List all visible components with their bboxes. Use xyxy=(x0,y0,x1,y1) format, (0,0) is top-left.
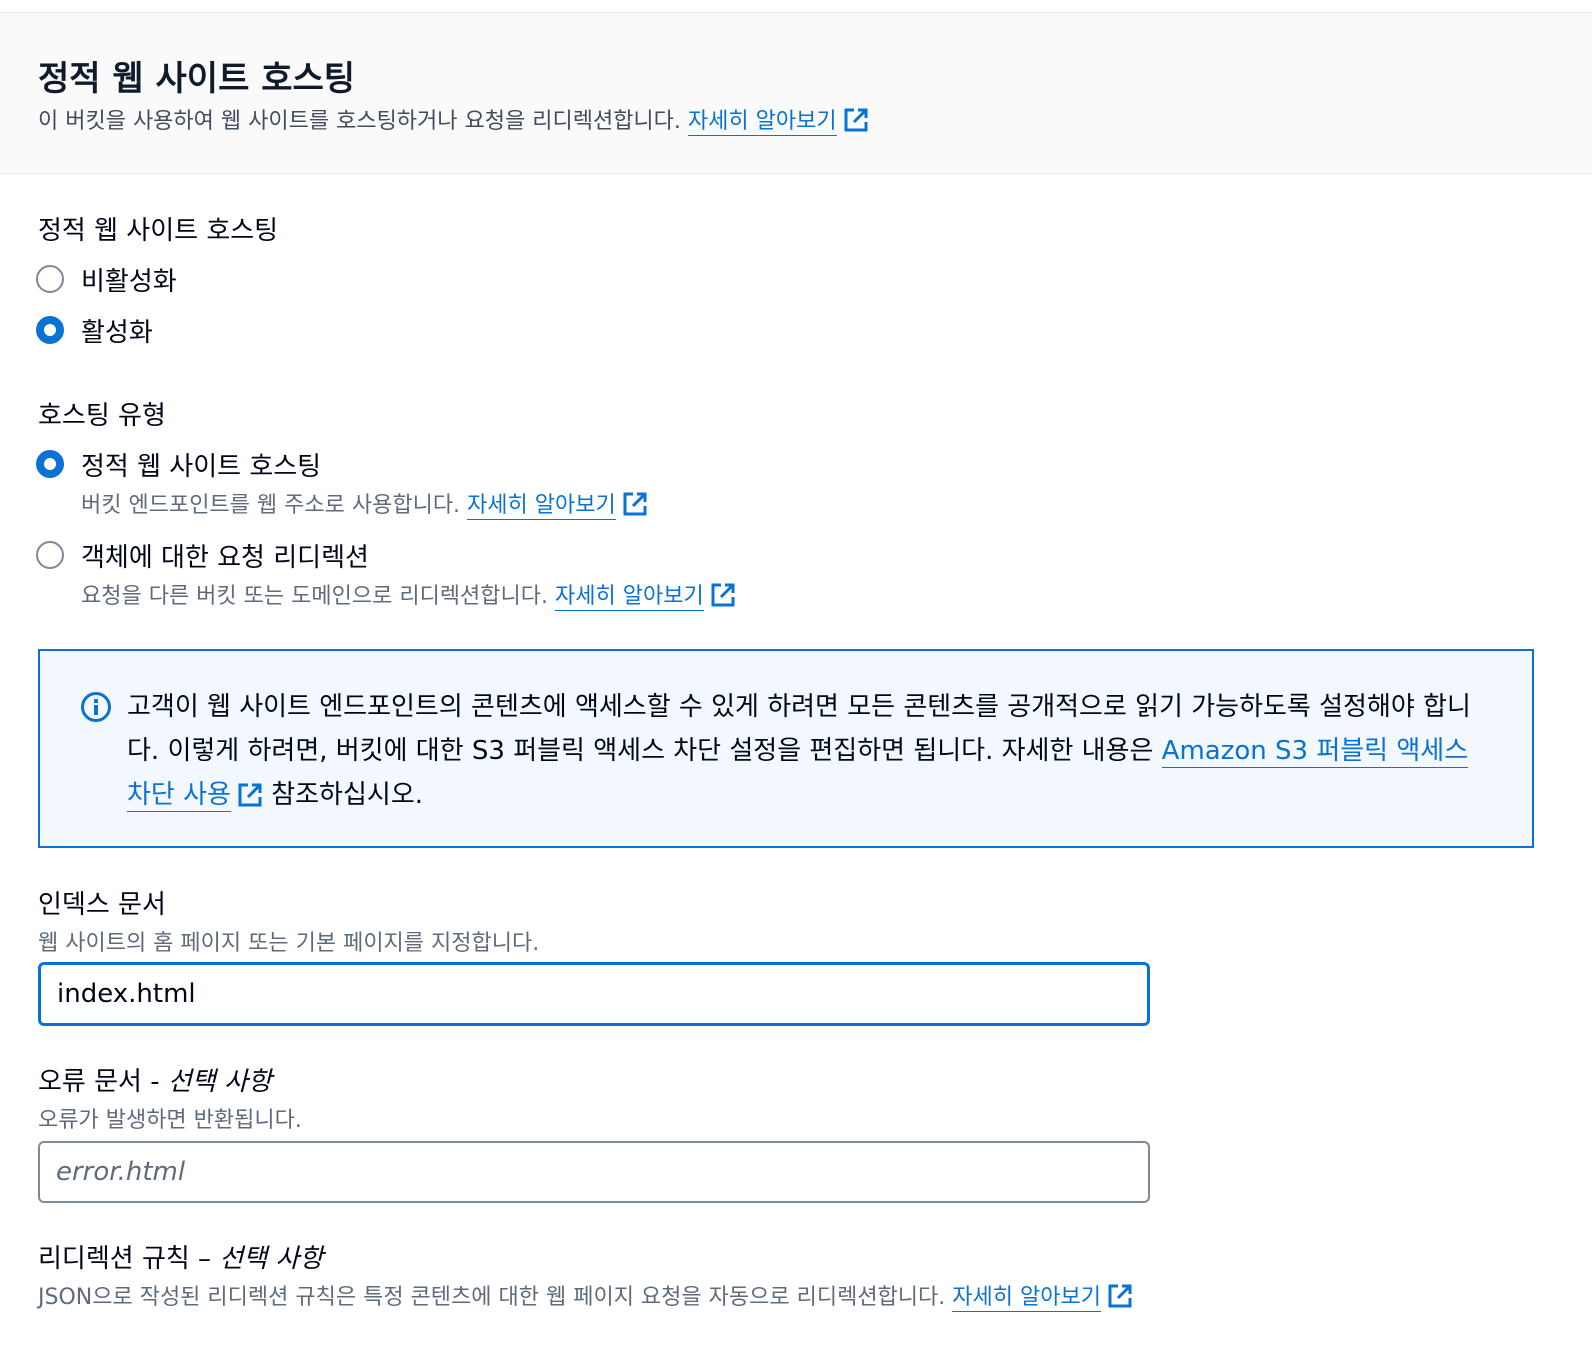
panel-top-border xyxy=(0,0,1592,13)
error-document-optional: 선택 사항 xyxy=(167,1067,272,1097)
radio-enable-label[interactable]: 활성화 xyxy=(81,312,153,349)
header-learn-more-link[interactable]: 자세히 알아보기 xyxy=(687,109,837,136)
index-document-description: 웹 사이트의 홈 페이지 또는 기본 페이지를 지정합니다. xyxy=(38,931,540,956)
hosting-type-label: 호스팅 유형 xyxy=(38,401,166,431)
radio-redirect-requests-circle[interactable] xyxy=(36,541,64,569)
redirection-rules-learn-more-label: 자세히 알아보기 xyxy=(952,1285,1101,1310)
static-hosting-learn-more-link[interactable]: 자세히 알아보기 xyxy=(467,493,616,520)
redirection-rules-learn-more-link[interactable]: 자세히 알아보기 xyxy=(952,1285,1101,1312)
external-link-icon[interactable] xyxy=(1107,1283,1133,1315)
error-document-description: 오류가 발생하면 반환됩니다. xyxy=(38,1108,302,1133)
radio-static-hosting-description: 버킷 엔드포인트를 웹 주소로 사용합니다. 자세히 알아보기 xyxy=(81,487,648,523)
section-title: 정적 웹 사이트 호스팅 xyxy=(38,59,356,99)
redirection-rules-label-text: 리디렉션 규칙 – xyxy=(38,1244,220,1274)
hosting-toggle-label: 정적 웹 사이트 호스팅 xyxy=(38,216,279,246)
radio-static-hosting[interactable]: 정적 웹 사이트 호스팅 xyxy=(36,446,321,483)
error-document-input[interactable] xyxy=(38,1141,1150,1203)
static-hosting-learn-more-label: 자세히 알아보기 xyxy=(467,493,616,518)
radio-disable[interactable]: 비활성화 xyxy=(36,261,177,298)
redirect-learn-more-label: 자세히 알아보기 xyxy=(555,584,704,609)
external-link-icon[interactable] xyxy=(843,107,869,139)
radio-redirect-requests[interactable]: 객체에 대한 요청 리디렉션 xyxy=(36,537,369,574)
header-learn-more-label: 자세히 알아보기 xyxy=(687,109,837,134)
redirection-rules-label: 리디렉션 규칙 – 선택 사항 xyxy=(38,1238,323,1275)
index-document-label: 인덱스 문서 xyxy=(38,890,166,920)
external-link-icon[interactable] xyxy=(622,491,648,523)
radio-enable[interactable]: 활성화 xyxy=(36,312,153,349)
redirection-rules-optional: 선택 사항 xyxy=(219,1244,324,1274)
radio-static-hosting-circle[interactable] xyxy=(36,450,64,478)
info-icon xyxy=(80,691,112,727)
radio-static-hosting-description-text: 버킷 엔드포인트를 웹 주소로 사용합니다. xyxy=(81,493,461,518)
info-alert-text-after: 참조하십시오. xyxy=(262,780,424,810)
external-link-icon[interactable] xyxy=(710,582,736,614)
info-alert-text: 고객이 웹 사이트 엔드포인트의 콘텐츠에 액세스할 수 있게 하려면 모든 콘… xyxy=(127,685,1497,822)
external-link-icon[interactable] xyxy=(237,778,263,822)
radio-static-hosting-label[interactable]: 정적 웹 사이트 호스팅 xyxy=(81,446,321,483)
section-description: 이 버킷을 사용하여 웹 사이트를 호스팅하거나 요청을 리디렉션합니다. 자세… xyxy=(38,103,869,139)
radio-redirect-requests-description: 요청을 다른 버킷 또는 도메인으로 리디렉션합니다. 자세히 알아보기 xyxy=(81,578,736,614)
redirection-rules-description: JSON으로 작성된 리디렉션 규칙은 특정 콘텐츠에 대한 웹 페이지 요청을… xyxy=(38,1279,1133,1315)
radio-disable-circle[interactable] xyxy=(36,265,64,293)
section-description-text: 이 버킷을 사용하여 웹 사이트를 호스팅하거나 요청을 리디렉션합니다. xyxy=(38,109,681,134)
radio-redirect-requests-label[interactable]: 객체에 대한 요청 리디렉션 xyxy=(81,537,369,574)
section-header: 정적 웹 사이트 호스팅 이 버킷을 사용하여 웹 사이트를 호스팅하거나 요청… xyxy=(0,13,1592,174)
error-document-label: 오류 문서 - 선택 사항 xyxy=(38,1061,272,1098)
radio-disable-label[interactable]: 비활성화 xyxy=(81,261,177,298)
info-alert: 고객이 웹 사이트 엔드포인트의 콘텐츠에 액세스할 수 있게 하려면 모든 콘… xyxy=(38,649,1534,848)
index-document-input[interactable] xyxy=(38,962,1150,1026)
radio-enable-circle[interactable] xyxy=(36,316,64,344)
radio-redirect-requests-description-text: 요청을 다른 버킷 또는 도메인으로 리디렉션합니다. xyxy=(81,584,549,609)
redirection-rules-description-text: JSON으로 작성된 리디렉션 규칙은 특정 콘텐츠에 대한 웹 페이지 요청을… xyxy=(38,1285,946,1310)
redirect-learn-more-link[interactable]: 자세히 알아보기 xyxy=(555,584,704,611)
error-document-label-text: 오류 문서 - xyxy=(38,1067,168,1097)
